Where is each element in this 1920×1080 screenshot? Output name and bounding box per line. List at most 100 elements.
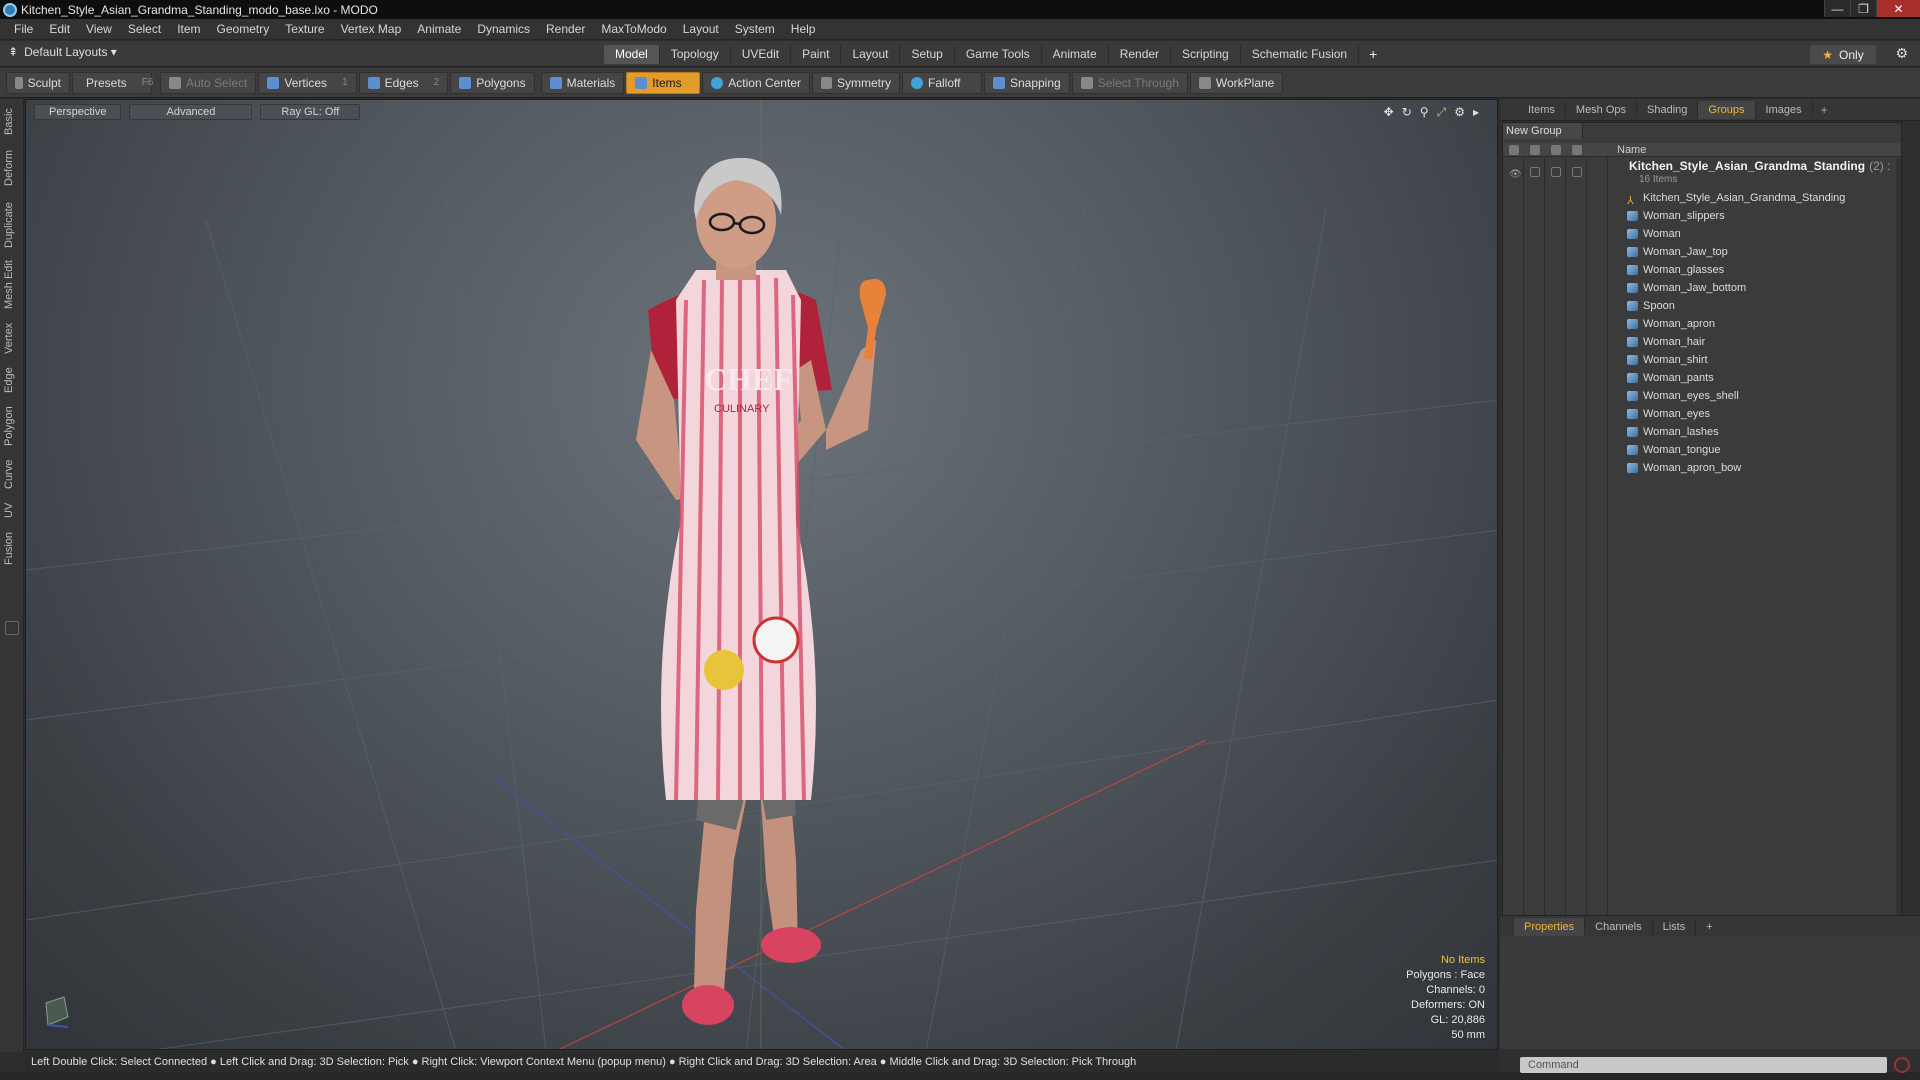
list-item[interactable]: Woman_apron <box>1503 315 1901 333</box>
grandma-model[interactable]: CHEF CULINARY <box>586 100 966 1050</box>
menu-layout[interactable]: Layout <box>675 19 727 40</box>
select-column-icon[interactable] <box>1572 145 1582 155</box>
menu-animate[interactable]: Animate <box>409 19 469 40</box>
fit-view-icon[interactable]: ⤢ <box>1437 105 1447 120</box>
menu-select[interactable]: Select <box>120 19 169 40</box>
tab-schematic-fusion[interactable]: Schematic Fusion <box>1241 45 1360 64</box>
new-group-button[interactable]: New Group <box>1503 123 1583 139</box>
list-item[interactable]: Woman_eyes <box>1503 405 1901 423</box>
menu-texture[interactable]: Texture <box>277 19 332 40</box>
list-item[interactable]: Woman_tongue <box>1503 441 1901 459</box>
list-item[interactable]: Woman_eyes_shell <box>1503 387 1901 405</box>
view-mode-button[interactable]: Perspective <box>34 104 122 120</box>
tab-polygon[interactable]: Polygon <box>3 403 21 449</box>
symmetry-button[interactable]: Symmetry <box>811 71 900 94</box>
tab-layout[interactable]: Layout <box>841 45 901 64</box>
menu-view[interactable]: View <box>78 19 120 40</box>
layout-selector[interactable]: ⇞ Default Layouts ▾ <box>8 45 117 59</box>
lock-column-icon[interactable] <box>1551 145 1561 155</box>
action-center-button[interactable]: Action Center <box>702 71 810 94</box>
add-tab-button[interactable]: + <box>1359 45 1387 64</box>
edges-button[interactable]: Edges 2 <box>358 71 449 94</box>
groups-scrollbar[interactable] <box>1896 159 1901 1007</box>
falloff-button[interactable]: Falloff <box>901 71 982 94</box>
tab-properties[interactable]: Properties <box>1514 917 1586 936</box>
tab-mesh-edit[interactable]: Mesh Edit <box>3 259 21 311</box>
command-input[interactable]: Command <box>1520 1057 1887 1073</box>
tab-items[interactable]: Items <box>1518 100 1566 119</box>
tab-setup[interactable]: Setup <box>900 45 955 64</box>
add-properties-tab-button[interactable]: + <box>1696 918 1722 936</box>
tab-topology[interactable]: Topology <box>660 45 731 64</box>
workplane-button[interactable]: WorkPlane <box>1189 71 1284 94</box>
tab-uvedit[interactable]: UVEdit <box>731 45 792 64</box>
menu-dynamics[interactable]: Dynamics <box>469 19 538 40</box>
close-button[interactable]: ✕ <box>1876 0 1920 17</box>
zoom-view-icon[interactable]: ⚲ <box>1420 105 1429 120</box>
viewport-settings-icon[interactable]: ⚙ <box>1454 105 1465 120</box>
list-item[interactable]: Spoon <box>1503 297 1901 315</box>
tab-uv[interactable]: UV <box>3 499 21 521</box>
tab-basic[interactable]: Basic <box>3 107 21 137</box>
tab-model[interactable]: Model <box>604 45 660 64</box>
tab-curve[interactable]: Curve <box>3 457 21 491</box>
list-item[interactable]: Woman_pants <box>1503 369 1901 387</box>
menu-system[interactable]: System <box>727 19 783 40</box>
list-item[interactable]: Woman <box>1503 225 1901 243</box>
list-item[interactable]: Woman_hair <box>1503 333 1901 351</box>
tab-animate[interactable]: Animate <box>1042 45 1109 64</box>
eye-icon[interactable]: 👁 <box>1509 166 1522 184</box>
polygons-button[interactable]: Polygons <box>450 71 535 94</box>
menu-item[interactable]: Item <box>169 19 208 40</box>
list-item[interactable]: Woman_lashes <box>1503 423 1901 441</box>
list-item[interactable]: Woman_shirt <box>1503 351 1901 369</box>
tab-groups[interactable]: Groups <box>1698 100 1756 119</box>
tab-channels[interactable]: Channels <box>1585 917 1653 936</box>
maximize-button[interactable]: ❐ <box>1850 0 1876 17</box>
list-item[interactable]: Woman_Jaw_top <box>1503 243 1901 261</box>
snapping-button[interactable]: Snapping <box>983 71 1070 94</box>
tab-duplicate[interactable]: Duplicate <box>3 199 21 251</box>
list-item[interactable]: ⅄ Kitchen_Style_Asian_Grandma_Standing <box>1503 189 1901 207</box>
tab-images[interactable]: Images <box>1756 100 1813 119</box>
materials-button[interactable]: Materials <box>540 71 625 94</box>
select-toggle[interactable] <box>1572 167 1582 177</box>
tab-scripting[interactable]: Scripting <box>1171 45 1241 64</box>
tab-fusion[interactable]: Fusion <box>3 529 21 567</box>
tab-deform[interactable]: Deform <box>3 147 21 189</box>
group-root-row[interactable]: 👁 Kitchen_Style_Asian_Grandma_Standing (2… <box>1503 159 1901 189</box>
menu-file[interactable]: File <box>6 19 41 40</box>
vertices-button[interactable]: Vertices 1 <box>258 71 357 94</box>
tab-render[interactable]: Render <box>1109 45 1172 64</box>
move-view-icon[interactable]: ✥ <box>1384 105 1394 120</box>
tab-paint[interactable]: Paint <box>791 45 842 64</box>
3d-viewport[interactable]: CHEF CULINARY Perspective Advanced Ray G… <box>25 99 1498 1050</box>
select-through-button[interactable]: Select Through <box>1071 71 1188 94</box>
render-toggle[interactable] <box>1530 167 1540 177</box>
collapse-icon[interactable] <box>5 621 19 635</box>
menu-edit[interactable]: Edit <box>41 19 78 40</box>
items-button[interactable]: Items <box>626 71 701 94</box>
render-column-icon[interactable] <box>1530 145 1540 155</box>
menu-maxtomodo[interactable]: MaxToModo <box>593 19 674 40</box>
shading-mode-button[interactable]: Advanced <box>129 104 253 120</box>
tab-vertex[interactable]: Vertex <box>3 319 21 357</box>
lock-toggle[interactable] <box>1551 167 1561 177</box>
minimize-button[interactable]: — <box>1824 0 1850 17</box>
tab-lists[interactable]: Lists <box>1653 917 1697 936</box>
command-history-icon[interactable] <box>1894 1057 1910 1073</box>
tab-shading[interactable]: Shading <box>1637 100 1699 119</box>
list-item[interactable]: Woman_Jaw_bottom <box>1503 279 1901 297</box>
add-panel-tab-button[interactable]: + <box>1813 103 1836 117</box>
list-item[interactable]: Woman_glasses <box>1503 261 1901 279</box>
gear-icon[interactable]: ⚙ <box>1895 45 1908 62</box>
list-item[interactable]: Woman_apron_bow <box>1503 459 1901 477</box>
visibility-column-icon[interactable] <box>1509 145 1519 155</box>
rotate-view-icon[interactable]: ↻ <box>1402 105 1412 120</box>
raygl-button[interactable]: Ray GL: Off <box>260 104 361 120</box>
presets-button[interactable]: Presets F6 <box>72 71 153 94</box>
auto-select-button[interactable]: Auto Select <box>160 71 257 94</box>
menu-geometry[interactable]: Geometry <box>209 19 278 40</box>
list-item[interactable]: Woman_slippers <box>1503 207 1901 225</box>
sculpt-button[interactable]: Sculpt <box>6 71 70 94</box>
